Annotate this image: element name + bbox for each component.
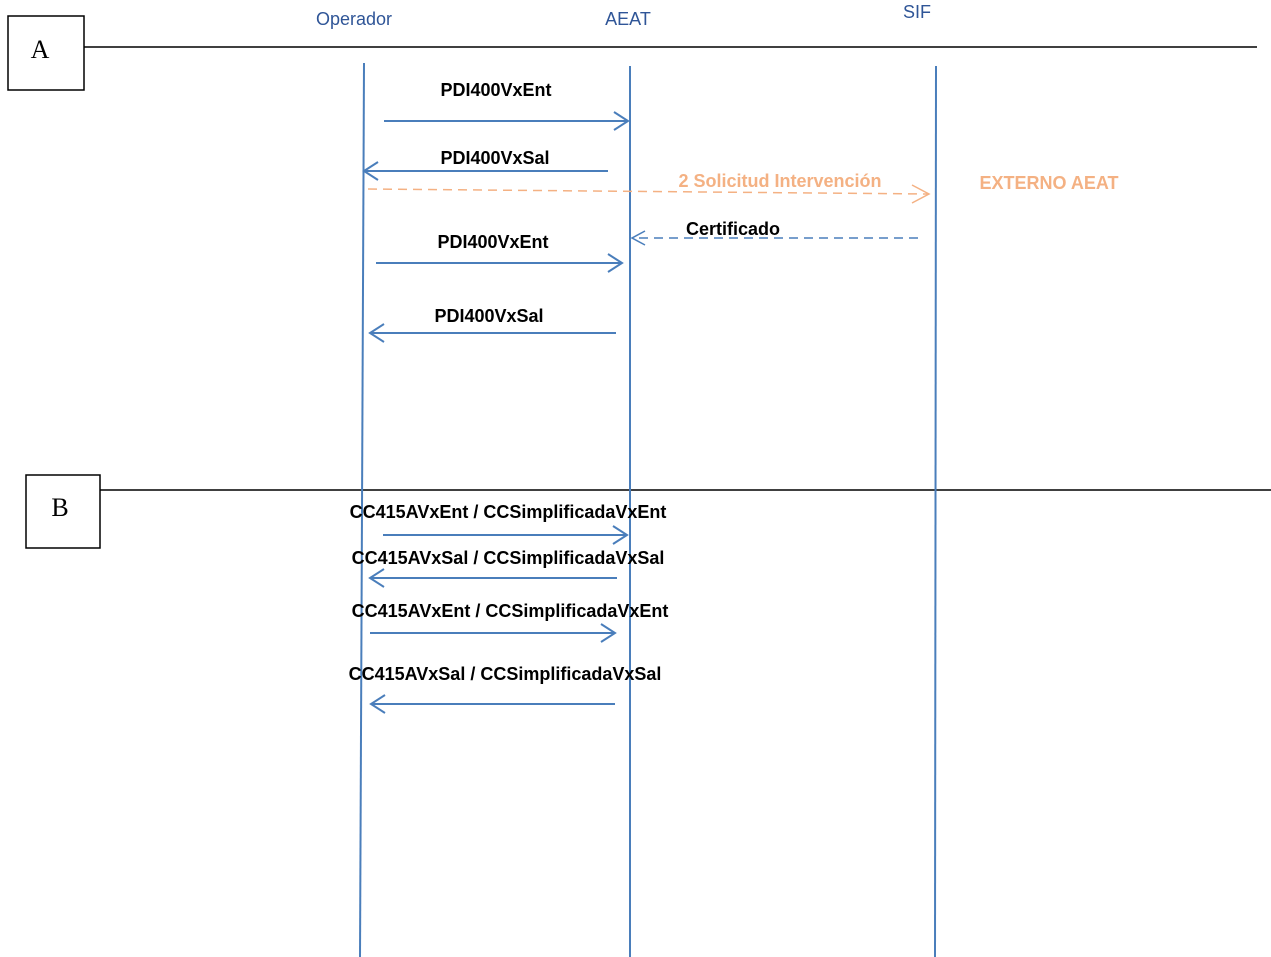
- message-pdi400vxent-1: PDI400VxEnt: [384, 80, 630, 131]
- message-cc415avxsal-1: CC415AVxSal / CCSimplificadaVxSal: [352, 548, 665, 588]
- message-label: PDI400VxSal: [440, 148, 549, 168]
- message-pdi400vxsal-1: PDI400VxSal: [362, 148, 608, 181]
- lifeline-sif: [934, 65, 937, 957]
- message-label: CC415AVxEnt / CCSimplificadaVxEnt: [350, 502, 667, 522]
- message-pdi400vxsal-2: PDI400VxSal: [368, 306, 616, 343]
- message-solicitud-intervencion: 2 Solicitud Intervención EXTERNO AEAT: [367, 171, 1119, 204]
- message-pdi400vxent-2: PDI400VxEnt: [376, 232, 624, 273]
- message-cc415avxsal-2: CC415AVxSal / CCSimplificadaVxSal: [349, 664, 662, 714]
- message-cc415avxent-1: CC415AVxEnt / CCSimplificadaVxEnt: [350, 502, 667, 545]
- message-label: PDI400VxEnt: [437, 232, 548, 252]
- message-cc415avxent-2: CC415AVxEnt / CCSimplificadaVxEnt: [352, 601, 669, 643]
- section-a-label: A: [31, 35, 50, 64]
- message-label: Certificado: [686, 219, 780, 239]
- message-label: CC415AVxSal / CCSimplificadaVxSal: [352, 548, 665, 568]
- sequence-diagram: A B Operador AEAT SIF PDI400VxEnt PDI400…: [7, 2, 1271, 957]
- message-label: CC415AVxSal / CCSimplificadaVxSal: [349, 664, 662, 684]
- message-label: 2 Solicitud Intervención: [678, 171, 881, 191]
- message-label: CC415AVxEnt / CCSimplificadaVxEnt: [352, 601, 669, 621]
- participant-aeat: AEAT: [605, 9, 651, 29]
- participant-operador: Operador: [316, 9, 392, 29]
- section-b-label: B: [51, 493, 68, 522]
- participant-sif: SIF: [903, 2, 931, 22]
- message-certificado: Certificado: [630, 219, 918, 246]
- external-note: EXTERNO AEAT: [979, 173, 1118, 193]
- message-label: PDI400VxEnt: [440, 80, 551, 100]
- message-label: PDI400VxSal: [434, 306, 543, 326]
